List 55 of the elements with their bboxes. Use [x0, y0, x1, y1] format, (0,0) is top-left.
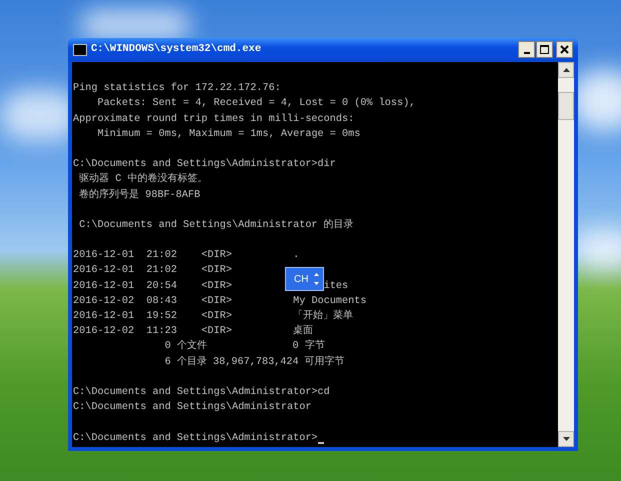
- console-text: 0 个文件: [164, 339, 207, 354]
- console-text: 2016-12-01: [73, 280, 134, 294]
- minimize-button[interactable]: [518, 41, 535, 58]
- console-text: ites: [324, 280, 348, 294]
- up-down-arrows-icon: [314, 272, 320, 286]
- console-text: <DIR>: [201, 294, 232, 309]
- console-text: 0 字节: [292, 339, 325, 354]
- console-text: 20:54: [146, 280, 177, 294]
- console-text: C:\Documents and Settings\Administrator 的目录: [78, 218, 354, 233]
- console-text: 2016-12-02: [73, 294, 134, 309]
- console-text: Ping statistics for 172.22.172.76:: [73, 82, 281, 96]
- console-text: 11:23: [146, 325, 177, 340]
- console-text: <DIR>: [201, 325, 232, 340]
- console-text: <DIR>: [201, 264, 232, 278]
- maximize-button[interactable]: [536, 41, 553, 58]
- console-text: 19:52: [146, 310, 177, 324]
- close-icon: [560, 45, 569, 54]
- console-text: 6 个目录 38,967,783,424 可用字节: [164, 354, 345, 370]
- maximize-icon: [540, 45, 549, 54]
- scroll-thumb[interactable]: [558, 92, 574, 120]
- console-text: Approximate round trip times in milli-seconds:: [73, 112, 354, 127]
- console-text: 08:43: [146, 294, 177, 309]
- text-cursor: [318, 442, 324, 444]
- down-arrow-icon: [562, 437, 570, 441]
- console-text: 2016-12-01: [73, 249, 134, 264]
- console-text: C:\Documents and Settings\Administrator>cd: [73, 386, 330, 400]
- close-button[interactable]: [556, 41, 573, 58]
- console-text: C:\Documents and Settings\Administrator>dir: [73, 158, 336, 172]
- scroll-up-button[interactable]: [558, 62, 574, 78]
- console-text: 卷的序列号是 98BF-8AFB: [78, 188, 200, 202]
- window-title: C:\WINDOWS\system32\cmd.exe: [91, 42, 262, 57]
- console-text: 2016-12-01: [73, 264, 134, 278]
- ime-label: CH: [294, 272, 308, 286]
- console-text: Minimum = 0ms, Maximum = 1ms, Average = 0ms: [97, 128, 360, 142]
- scrollbar[interactable]: [558, 62, 574, 447]
- console-text: My Documents: [293, 294, 367, 309]
- scroll-down-button[interactable]: [558, 431, 574, 447]
- ime-indicator[interactable]: CH: [285, 267, 324, 291]
- console-text: 驱动器 C 中的卷没有标签。: [78, 172, 208, 188]
- console-text: 21:02: [146, 264, 177, 278]
- console-text: Packets: Sent = 4, Received = 4, Lost = 0 (0% loss),: [97, 96, 416, 112]
- console-text: 2016-12-01: [73, 310, 134, 324]
- console-text: 2016-12-02: [73, 325, 134, 340]
- console-text: 桌面: [293, 324, 314, 340]
- console-text: 21:02: [146, 249, 177, 264]
- console-text: <DIR>: [201, 280, 232, 294]
- console-text: .: [293, 249, 300, 264]
- console-icon: [73, 44, 87, 56]
- up-arrow-icon: [562, 68, 570, 72]
- console-text: 「开始」菜单: [293, 309, 354, 324]
- console-text: C:\Documents and Settings\Administrator>: [73, 432, 318, 446]
- console-text: <DIR>: [201, 249, 232, 264]
- console-text: <DIR>: [201, 310, 232, 324]
- console-text: C:\Documents and Settings\Administrator: [73, 400, 312, 416]
- minimize-icon: [524, 52, 530, 54]
